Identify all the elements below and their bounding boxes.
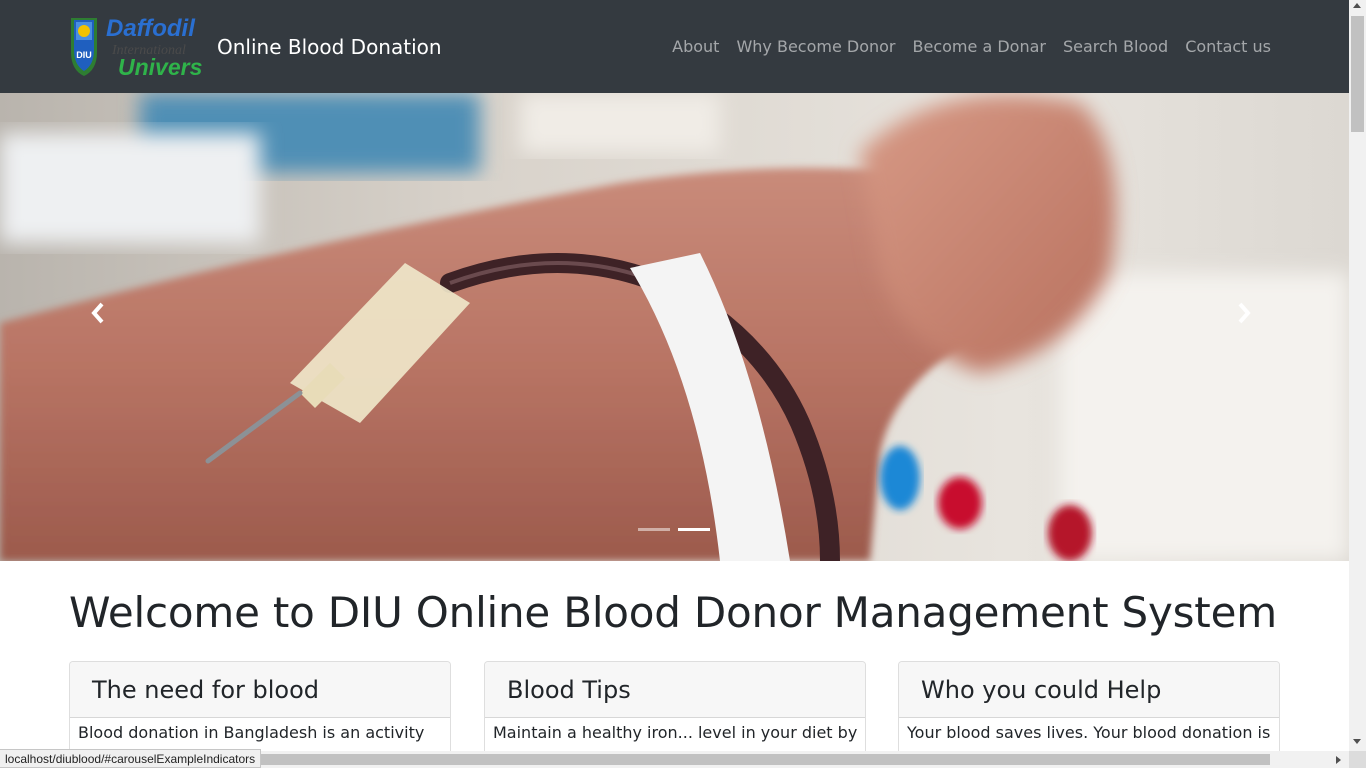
navbar: DIU Daffodil International University On… [0,0,1349,93]
brand-title[interactable]: Online Blood Donation [217,35,442,59]
nav-link-why-become-donor[interactable]: Why Become Donor [736,37,895,56]
card-body: Maintain a healthy iron... level in your… [493,723,858,742]
carousel-prev-button[interactable] [78,283,118,343]
scroll-right-icon[interactable] [1336,756,1341,764]
card-title: Who you could Help [899,662,1279,718]
status-bar-url: localhost/diublood/#carouselExampleIndic… [0,749,262,768]
university-logo[interactable]: DIU Daffodil International University [68,12,202,82]
carousel [0,93,1349,561]
vertical-scrollbar[interactable] [1349,0,1366,751]
card-body: Your blood saves lives. Your blood donat… [907,723,1271,742]
nav-link-become-a-donar[interactable]: Become a Donar [913,37,1046,56]
welcome-heading: Welcome to DIU Online Blood Donor Manage… [69,588,1277,637]
carousel-indicator-2[interactable] [678,528,710,531]
chevron-left-icon [91,302,104,324]
logo-line3: University [118,54,202,80]
logo-line1: Daffodil [106,15,196,42]
nav-link-contact-us[interactable]: Contact us [1185,37,1271,56]
scroll-up-icon[interactable] [1353,3,1361,8]
logo-emblem-text: DIU [76,50,92,60]
nav-link-search-blood[interactable]: Search Blood [1063,37,1168,56]
nav-link-about[interactable]: About [672,37,719,56]
carousel-indicators [638,528,718,531]
card-title: The need for blood [70,662,450,718]
carousel-indicator-1[interactable] [638,528,670,531]
blood-donation-photo [0,93,1349,561]
card-body: Blood donation in Bangladesh is an activ… [78,723,425,742]
nav-links: About Why Become Donor Become a Donar Se… [655,37,1271,56]
card-title: Blood Tips [485,662,865,718]
chevron-right-icon [1238,302,1251,324]
carousel-next-button[interactable] [1224,283,1264,343]
vertical-scroll-thumb[interactable] [1351,16,1364,132]
scrollbar-corner [1349,751,1366,768]
scroll-down-icon[interactable] [1353,739,1361,744]
